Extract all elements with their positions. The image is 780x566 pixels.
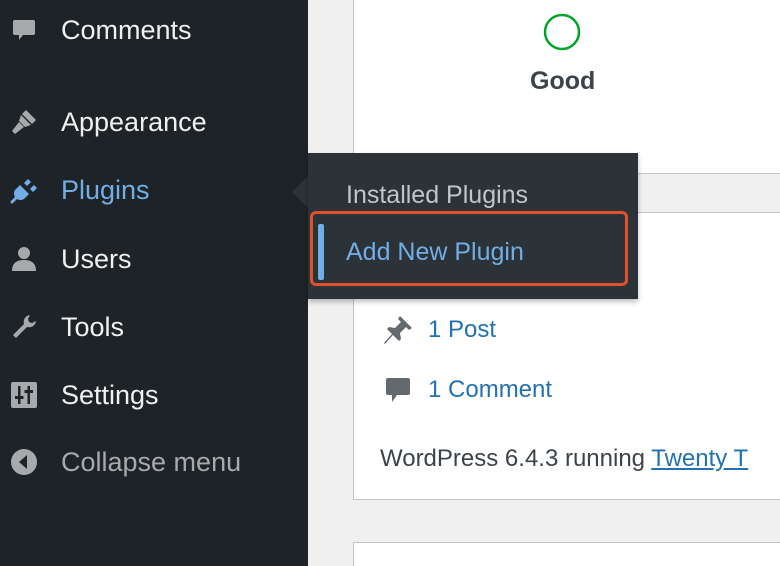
glance-comments-row: 1 Comment [380,372,552,408]
plug-icon [8,174,40,206]
sidebar-item-label: Comments [61,14,192,45]
comment-icon [380,372,416,408]
sidebar-item-users[interactable]: Users [0,229,308,289]
sidebar-item-plugins[interactable]: Plugins [0,160,308,220]
sidebar-item-settings[interactable]: Settings [0,365,308,425]
wordpress-version-text: WordPress 6.4.3 running Twenty T [380,445,748,473]
health-status-label: Good [530,67,596,95]
comment-icon [8,14,40,46]
theme-link[interactable]: Twenty T [651,445,748,472]
glance-posts-row: 1 Post [380,312,496,348]
wrench-icon [8,311,40,343]
flyout-pointer [292,176,308,208]
dashboard-panel [353,542,780,566]
submenu-installed-plugins[interactable]: Installed Plugins [346,181,528,210]
pin-icon [380,312,416,348]
health-status-ring [543,13,581,51]
collapse-arrow-icon [8,446,40,478]
sidebar-item-label: Appearance [61,106,207,137]
admin-sidebar: Comments Appearance Plugins Users Tools … [0,0,308,566]
wp-admin-screen: Comments Appearance Plugins Users Tools … [0,0,780,566]
sidebar-item-appearance[interactable]: Appearance [0,92,308,152]
sliders-icon [8,379,40,411]
collapse-menu-button[interactable]: Collapse menu [0,432,308,492]
sidebar-item-label: Tools [61,311,125,342]
highlight-annotation-box [310,211,628,286]
sidebar-item-label: Settings [61,379,159,410]
posts-count-link[interactable]: 1 Post [428,316,496,344]
user-icon [8,243,40,275]
sidebar-item-label: Plugins [61,174,150,205]
sidebar-item-label: Collapse menu [61,446,242,477]
sidebar-item-comments[interactable]: Comments [0,0,308,60]
paintbrush-icon [8,106,40,138]
sidebar-item-tools[interactable]: Tools [0,297,308,357]
comments-count-link[interactable]: 1 Comment [428,376,552,404]
version-text: WordPress 6.4.3 running [380,445,652,472]
sidebar-item-label: Users [61,243,132,274]
